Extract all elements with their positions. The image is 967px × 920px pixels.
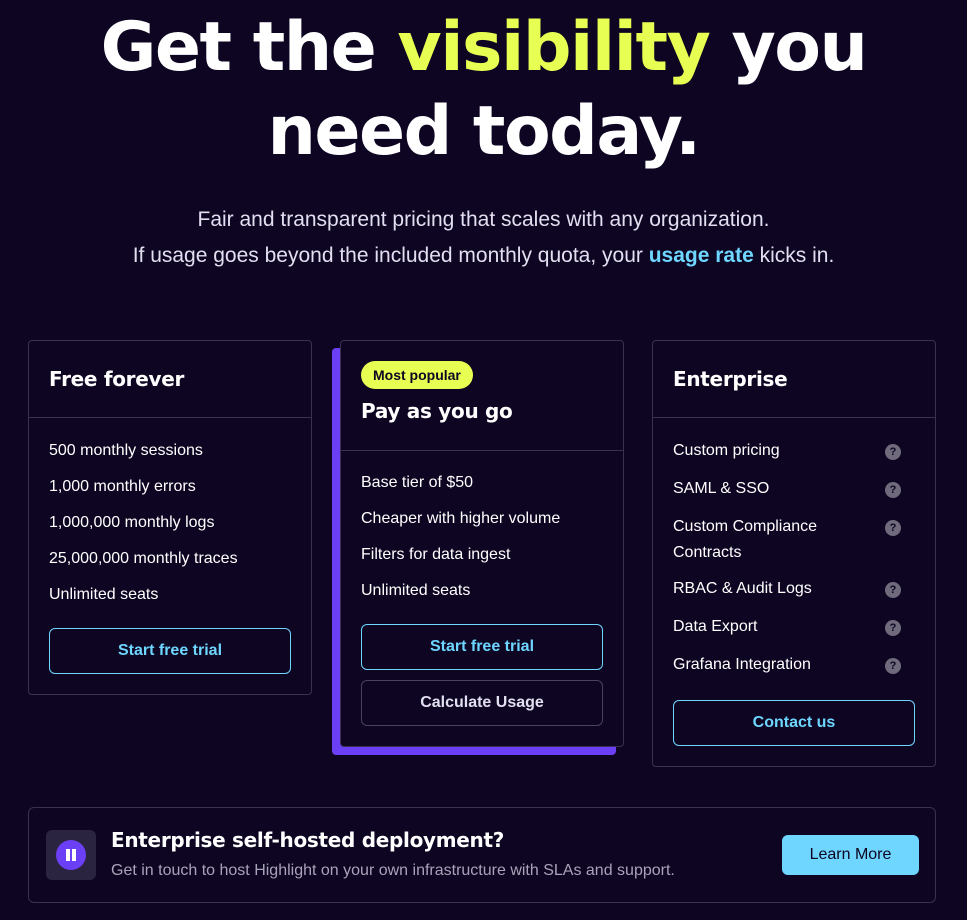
help-icon[interactable]: ? — [885, 444, 901, 460]
card-divider — [29, 417, 311, 418]
hero-subtitle: Fair and transparent pricing that scales… — [0, 202, 967, 274]
contact-us-button[interactable]: Contact us — [673, 700, 915, 746]
hero-title: Get the visibility you need today. — [0, 6, 967, 174]
self-hosted-banner: Enterprise self-hosted deployment? Get i… — [28, 807, 936, 903]
hero-title-line2: need today. — [267, 92, 701, 171]
feature-item: Custom pricing — [673, 442, 780, 459]
help-icon[interactable]: ? — [885, 658, 901, 674]
feature-item: Grafana Integration — [673, 656, 811, 673]
feature-item: Cheaper with higher volume — [361, 510, 561, 527]
help-icon[interactable]: ? — [885, 520, 901, 536]
highlight-logo-icon — [46, 830, 96, 880]
start-free-trial-button-free[interactable]: Start free trial — [49, 628, 291, 674]
card-divider — [341, 450, 623, 451]
feature-item: Custom Compliance Contracts — [673, 518, 818, 561]
plan-card-free: Free forever 500 monthly sessions 1,000 … — [28, 340, 312, 695]
most-popular-badge: Most popular — [361, 361, 473, 389]
feature-item: 1,000 monthly errors — [49, 478, 196, 495]
feature-item: SAML & SSO — [673, 480, 770, 497]
feature-item: RBAC & Audit Logs — [673, 580, 812, 597]
banner-text: Get in touch to host Highlight on your o… — [111, 862, 675, 879]
hero-title-part1: Get the — [100, 8, 377, 87]
hero-title-accent: visibility — [397, 8, 710, 87]
plan-title-free: Free forever — [49, 367, 185, 391]
feature-item: 25,000,000 monthly traces — [49, 550, 238, 567]
card-divider — [653, 417, 935, 418]
hero-title-part2: you — [731, 8, 867, 87]
feature-item: Filters for data ingest — [361, 546, 511, 563]
feature-item: Unlimited seats — [361, 582, 471, 599]
usage-rate-link[interactable]: usage rate — [649, 244, 754, 267]
start-free-trial-button-payg[interactable]: Start free trial — [361, 624, 603, 670]
calculate-usage-button[interactable]: Calculate Usage — [361, 680, 603, 726]
subtitle-line2: If usage goes beyond the included monthl… — [0, 238, 967, 274]
subtitle-line2-start: If usage goes beyond the included monthl… — [132, 244, 643, 267]
feature-item: Data Export — [673, 618, 758, 635]
plan-card-enterprise: Enterprise Custom pricing ? SAML & SSO ?… — [652, 340, 936, 767]
help-icon[interactable]: ? — [885, 582, 901, 598]
feature-item: Base tier of $50 — [361, 474, 474, 491]
feature-item: 500 monthly sessions — [49, 442, 203, 459]
plan-title-enterprise: Enterprise — [673, 367, 788, 391]
help-icon[interactable]: ? — [885, 482, 901, 498]
subtitle-line2-end: kicks in. — [759, 244, 835, 267]
feature-item: 1,000,000 monthly logs — [49, 514, 215, 531]
learn-more-button[interactable]: Learn More — [782, 835, 919, 875]
plan-title-payg: Pay as you go — [361, 399, 513, 423]
banner-title: Enterprise self-hosted deployment? — [111, 828, 505, 852]
help-icon[interactable]: ? — [885, 620, 901, 636]
plan-card-payg: Most popular Pay as you go Base tier of … — [340, 340, 624, 747]
subtitle-line1: Fair and transparent pricing that scales… — [197, 208, 770, 231]
feature-item: Unlimited seats — [49, 586, 159, 603]
